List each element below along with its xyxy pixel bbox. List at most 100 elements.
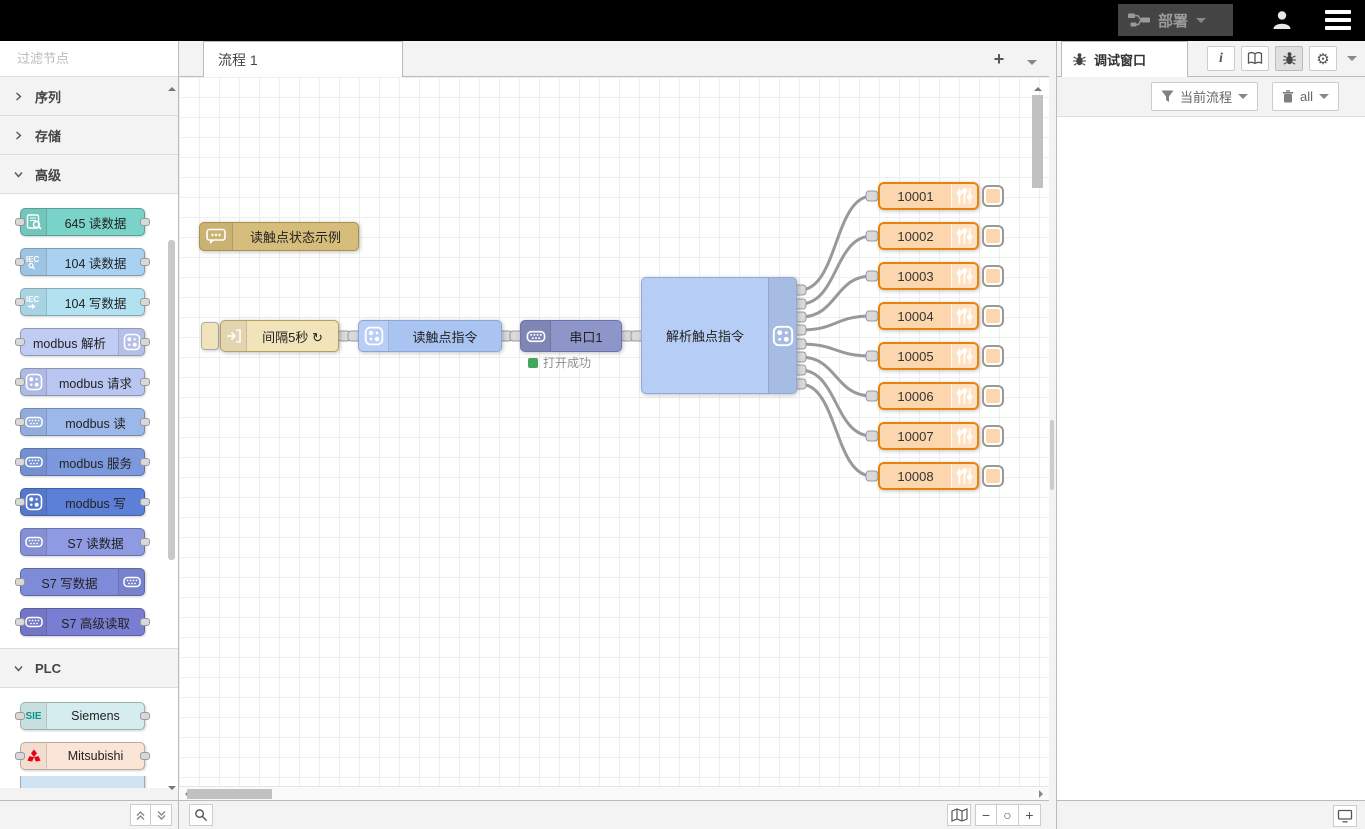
palette-node-104-write[interactable]: IEC 104 写数据 <box>20 288 145 316</box>
user-button[interactable] <box>1265 6 1299 34</box>
debug-toggle-button[interactable] <box>982 345 1004 367</box>
scroll-right-icon[interactable] <box>1039 790 1047 798</box>
debug-node-10001[interactable]: 10001 <box>878 182 979 210</box>
input-port[interactable] <box>15 752 25 760</box>
debug-toggle-button[interactable] <box>982 225 1004 247</box>
palette-scroll-up-icon[interactable] <box>168 83 176 91</box>
open-window-button[interactable] <box>1333 805 1357 827</box>
canvas-scroll-up-icon[interactable] <box>1034 83 1042 91</box>
debug-node-10008[interactable]: 10008 <box>878 462 979 490</box>
debug-toggle-button[interactable] <box>982 305 1004 327</box>
deploy-options-caret[interactable] <box>1196 18 1206 28</box>
debug-toggle-button[interactable] <box>982 425 1004 447</box>
inject-button[interactable] <box>201 322 219 350</box>
debug-toggle-button[interactable] <box>982 385 1004 407</box>
palette-node-modbus-read[interactable]: modbus 读 <box>20 408 145 436</box>
parse-contact-command-node[interactable]: 解析触点指令 <box>641 277 797 394</box>
output-port[interactable] <box>140 218 150 226</box>
wire[interactable] <box>800 344 872 356</box>
expand-all-button[interactable] <box>151 804 172 826</box>
palette-node-mitsubishi[interactable]: Mitsubishi <box>20 742 145 770</box>
debug-toggle-button[interactable] <box>982 265 1004 287</box>
palette-node-partial[interactable] <box>20 776 145 788</box>
add-flow-button[interactable]: + <box>987 47 1011 71</box>
input-port[interactable] <box>15 498 25 506</box>
debug-node-10005[interactable]: 10005 <box>878 342 979 370</box>
input-port[interactable] <box>15 338 25 346</box>
palette-node-modbus-parse[interactable]: modbus 解析 <box>20 328 145 356</box>
debug-node-10006[interactable]: 10006 <box>878 382 979 410</box>
category-sequence[interactable]: 序列 <box>0 77 178 116</box>
palette-node-s7-write[interactable]: S7 写数据 <box>20 568 145 596</box>
input-port[interactable] <box>15 618 25 626</box>
input-port[interactable] <box>866 271 878 281</box>
input-port[interactable] <box>15 258 25 266</box>
zoom-out-button[interactable]: − <box>975 804 997 826</box>
palette-node-s7-read[interactable]: S7 读数据 <box>20 528 145 556</box>
debug-node-10003[interactable]: 10003 <box>878 262 979 290</box>
palette-node-s7-advanced-read[interactable]: S7 高级读取 <box>20 608 145 636</box>
debug-toggle-button[interactable] <box>982 185 1004 207</box>
separator-grip[interactable] <box>1050 420 1054 490</box>
read-contact-command-node[interactable]: 读触点指令 <box>358 320 502 352</box>
input-port[interactable] <box>15 458 25 466</box>
wire[interactable] <box>800 276 872 317</box>
output-port[interactable] <box>140 752 150 760</box>
flow-list-caret[interactable] <box>1027 60 1037 70</box>
wire[interactable] <box>800 316 872 330</box>
output-port[interactable] <box>140 258 150 266</box>
config-tab-button[interactable]: ⚙ <box>1309 46 1337 71</box>
output-port[interactable] <box>140 498 150 506</box>
help-tab-button[interactable] <box>1241 46 1269 71</box>
wire[interactable] <box>800 357 872 396</box>
inject-node[interactable]: 间隔5秒 ↻ <box>220 320 339 352</box>
sidebar-tabs-caret[interactable] <box>1347 56 1357 66</box>
category-plc[interactable]: PLC <box>0 649 178 688</box>
category-advanced[interactable]: 高级 <box>0 155 178 194</box>
wire[interactable] <box>800 384 872 476</box>
tab-debug-window[interactable]: 调试窗口 <box>1061 41 1188 77</box>
tab-flow-1[interactable]: 流程 1 <box>203 41 403 77</box>
deploy-button[interactable]: 部署 <box>1118 4 1233 36</box>
canvas-vscrollbar-thumb[interactable] <box>1032 95 1043 188</box>
palette-node-104-read[interactable]: IEC 104 读数据 <box>20 248 145 276</box>
comment-node[interactable]: 读触点状态示例 <box>199 222 359 251</box>
input-port[interactable] <box>15 298 25 306</box>
palette-node-modbus-write[interactable]: modbus 写 <box>20 488 145 516</box>
input-port[interactable] <box>866 311 878 321</box>
input-port[interactable] <box>15 578 25 586</box>
filter-current-flow-button[interactable]: 当前流程 <box>1151 82 1258 111</box>
output-port[interactable] <box>140 458 150 466</box>
input-port[interactable] <box>866 471 878 481</box>
input-port[interactable] <box>15 712 25 720</box>
debug-node-10007[interactable]: 10007 <box>878 422 979 450</box>
output-port[interactable] <box>140 338 150 346</box>
output-port[interactable] <box>140 378 150 386</box>
input-port[interactable] <box>15 218 25 226</box>
input-port[interactable] <box>15 418 25 426</box>
collapse-all-button[interactable] <box>130 804 151 826</box>
info-tab-button[interactable]: i <box>1207 46 1235 71</box>
debug-tab-button[interactable] <box>1275 46 1303 71</box>
output-port[interactable] <box>140 538 150 546</box>
input-port[interactable] <box>866 191 878 201</box>
output-port[interactable] <box>140 418 150 426</box>
output-port[interactable] <box>140 712 150 720</box>
sidebar-separator[interactable] <box>1049 41 1056 829</box>
category-storage[interactable]: 存储 <box>0 116 178 155</box>
output-port[interactable] <box>140 618 150 626</box>
input-port[interactable] <box>15 378 25 386</box>
debug-node-10004[interactable]: 10004 <box>878 302 979 330</box>
canvas-hscrollbar-thumb[interactable] <box>187 789 272 799</box>
canvas-search-button[interactable] <box>189 804 213 826</box>
palette-scrollbar-thumb[interactable] <box>168 240 175 560</box>
palette-node-modbus-server[interactable]: modbus 服务 <box>20 448 145 476</box>
clear-all-button[interactable]: all <box>1272 82 1339 111</box>
flow-canvas[interactable]: 读触点状态示例 间隔5秒 ↻ 读触点指令 串口1 打开成功 解析触点指令 <box>179 77 1049 786</box>
debug-node-10002[interactable]: 10002 <box>878 222 979 250</box>
palette-search-input[interactable] <box>17 51 193 66</box>
palette-node-siemens[interactable]: SIE Siemens <box>20 702 145 730</box>
navigator-button[interactable] <box>947 804 971 826</box>
palette-node-modbus-request[interactable]: modbus 请求 <box>20 368 145 396</box>
debug-toggle-button[interactable] <box>982 465 1004 487</box>
